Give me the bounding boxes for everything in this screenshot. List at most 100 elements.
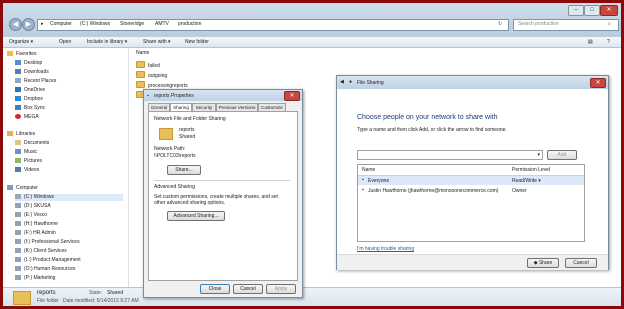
cancel-button[interactable]: Cancel xyxy=(233,284,263,294)
shared-folder-icon xyxy=(159,128,173,140)
nav-item[interactable]: (K:) Client Services xyxy=(15,248,67,255)
minimize-button[interactable]: – xyxy=(568,5,584,16)
nav-item[interactable]: (L:) Product Management xyxy=(15,257,81,264)
nav-item[interactable]: (I:) Professional Services xyxy=(15,239,80,246)
mega-icon xyxy=(15,114,21,119)
advanced-sharing-description: Set custom permissions, create multiple … xyxy=(154,194,278,206)
file-item-failed[interactable]: failed xyxy=(136,61,160,69)
nav-item[interactable]: Pictures xyxy=(15,158,42,165)
dropbox-icon xyxy=(15,96,21,101)
back-icon[interactable]: ◀ xyxy=(340,79,344,85)
file-sharing-close-icon[interactable]: ✕ xyxy=(590,78,606,88)
search-placeholder: Search production xyxy=(518,21,559,27)
permission-dropdown[interactable]: Read/Write ▾ xyxy=(512,178,541,184)
name-combo-input[interactable]: ▾ xyxy=(357,150,543,160)
network-drive-icon xyxy=(15,212,21,217)
network-drive-icon xyxy=(15,257,21,262)
search-input[interactable]: Search production ⌕ xyxy=(513,19,619,31)
folder-icon xyxy=(136,61,145,68)
share-row-owner[interactable]: ▪ Justin Hawthorne (jhawthorne@monsoonec… xyxy=(358,186,584,195)
favorites-header[interactable]: Favorites xyxy=(7,51,37,58)
nav-item[interactable]: Documents xyxy=(15,140,49,147)
nav-item[interactable]: Videos xyxy=(15,167,39,174)
column-header-name[interactable]: Name xyxy=(362,167,375,173)
back-icon[interactable]: ◀ xyxy=(9,18,22,31)
search-icon[interactable]: ⌕ xyxy=(608,21,611,27)
libraries-header[interactable]: Libraries xyxy=(7,131,35,138)
nav-item[interactable]: (P:) Marketing xyxy=(15,275,55,282)
network-drive-icon xyxy=(15,230,21,235)
apply-button[interactable]: Apply xyxy=(266,284,296,294)
details-state-label: State: xyxy=(89,290,103,296)
nav-item[interactable]: Box Sync xyxy=(15,105,45,112)
breadcrumb-drive[interactable]: (C:) Windows xyxy=(80,21,110,27)
organize-button[interactable]: Organize ▾ xyxy=(9,39,33,45)
close-button[interactable]: Close xyxy=(200,284,230,294)
share-row-everyone[interactable]: ▪ Everyone Read/Write ▾ xyxy=(358,176,584,185)
new-folder-button[interactable]: New folder xyxy=(185,39,209,45)
advanced-sharing-heading: Advanced Sharing xyxy=(154,184,195,190)
nav-item[interactable]: Music xyxy=(15,149,37,156)
computer-header[interactable]: Computer xyxy=(7,185,38,192)
nav-item[interactable]: Downloads xyxy=(15,69,49,76)
network-path-value: \\POLTC03\reports xyxy=(154,153,196,159)
nav-item[interactable]: MEGA xyxy=(15,114,39,121)
help-icon[interactable]: ? xyxy=(607,39,610,45)
drive-icon xyxy=(15,194,21,199)
permission-level: Owner xyxy=(512,188,527,194)
computer-icon xyxy=(7,185,13,190)
forward-icon[interactable]: ▶ xyxy=(22,18,35,31)
advanced-sharing-button[interactable]: Advanced Sharing... xyxy=(167,211,225,221)
nav-item[interactable]: (O:) Human Resources xyxy=(15,266,75,273)
sharing-tab-panel: Network File and Folder Sharing reports … xyxy=(148,111,298,281)
nav-item[interactable]: (F:) HR Admin xyxy=(15,230,56,237)
column-header-permission[interactable]: Permission Level xyxy=(512,167,550,173)
include-in-library-button[interactable]: Include in library ▾ xyxy=(87,39,127,45)
folder-icon: ▸ xyxy=(41,21,44,27)
documents-icon xyxy=(15,140,21,145)
nav-item[interactable]: (E:) Vesco xyxy=(15,212,47,219)
folder-small-icon: ▪ xyxy=(147,93,149,99)
share-with-button[interactable]: Share with ▾ xyxy=(143,39,171,45)
user-icon: ▪ xyxy=(362,187,364,193)
refresh-icon[interactable]: ↻ xyxy=(498,21,502,27)
nav-item-selected[interactable]: (C:) Windows xyxy=(15,194,123,201)
breadcrumb-amtv[interactable]: AMTV xyxy=(155,21,169,27)
recent-places-icon xyxy=(15,78,21,83)
breadcrumb-stoneridge[interactable]: Stoneridge xyxy=(120,21,144,27)
nav-item[interactable]: OneDrive xyxy=(15,87,45,94)
file-item-outgoing[interactable]: outgoing xyxy=(136,71,167,79)
open-button[interactable]: Open xyxy=(59,39,71,45)
address-bar[interactable]: ▸ Computer (C:) Windows Stoneridge AMTV … xyxy=(37,19,509,31)
trouble-sharing-link[interactable]: I'm having trouble sharing xyxy=(357,246,414,252)
share-list: Name Permission Level ▪ Everyone Read/Wr… xyxy=(357,164,585,242)
maximize-button[interactable]: □ xyxy=(584,5,600,16)
network-path-label: Network Path: xyxy=(154,146,186,152)
network-drive-icon xyxy=(15,203,21,208)
properties-close-icon[interactable]: ✕ xyxy=(284,91,300,101)
nav-item[interactable]: (D:) SKUSA xyxy=(15,203,51,210)
file-sharing-instruction: Type a name and then click Add, or click… xyxy=(357,127,507,133)
file-item-processingreports[interactable]: processingreports xyxy=(136,81,188,89)
breadcrumb-production[interactable]: production xyxy=(178,21,201,27)
network-sharing-heading: Network File and Folder Sharing xyxy=(154,116,226,122)
close-button[interactable]: ✕ xyxy=(600,5,618,16)
nav-item[interactable]: (H:) Hawthorne xyxy=(15,221,58,228)
nav-item[interactable]: Desktop xyxy=(15,60,42,67)
view-options-icon[interactable]: ▤ xyxy=(588,39,593,45)
column-header-name[interactable]: Name xyxy=(136,50,149,56)
file-sharing-titlebar: ◀ ● File Sharing ✕ xyxy=(337,76,608,89)
folder-state: Shared xyxy=(179,134,196,140)
cancel-button[interactable]: Cancel xyxy=(565,258,597,268)
file-sharing-footer: ◆ Share Cancel xyxy=(337,254,608,270)
add-button[interactable]: Add xyxy=(547,150,577,160)
breadcrumb-computer[interactable]: Computer xyxy=(50,21,72,27)
dropdown-arrow-icon[interactable]: ▾ xyxy=(537,152,540,158)
share-confirm-button[interactable]: ◆ Share xyxy=(527,258,559,268)
share-button[interactable]: Share... xyxy=(167,165,201,175)
share-row-name: Justin Hawthorne (jhawthorne@monsoonecom… xyxy=(368,188,499,194)
nav-item[interactable]: Recent Places xyxy=(15,78,56,85)
star-icon xyxy=(7,51,13,56)
nav-item[interactable]: Dropbox xyxy=(15,96,43,103)
pictures-icon xyxy=(15,158,21,163)
